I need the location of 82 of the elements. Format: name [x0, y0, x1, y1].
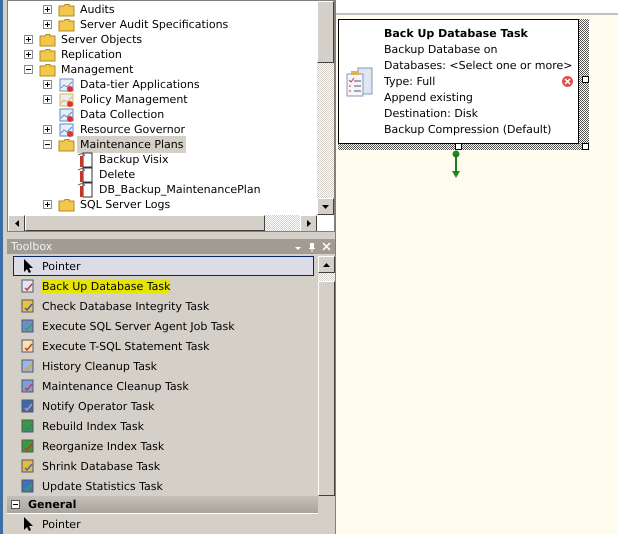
task-icon	[20, 318, 36, 334]
expand-toggle[interactable]	[43, 95, 52, 104]
toolbox-item[interactable]: Execute T-SQL Statement Task	[13, 336, 314, 356]
toolbox-item[interactable]: Shrink Database Task	[13, 456, 314, 476]
folder-icon	[58, 198, 75, 212]
expand-toggle[interactable]	[43, 5, 52, 14]
tree-item[interactable]: Server Objects	[59, 32, 144, 47]
expand-toggle[interactable]	[43, 125, 52, 134]
vertical-scrollbar[interactable]	[318, 256, 335, 496]
pin-icon[interactable]	[308, 242, 316, 252]
section-header[interactable]: General	[7, 496, 318, 514]
vertical-scrollbar[interactable]	[317, 1, 334, 215]
expand-toggle[interactable]	[24, 65, 33, 74]
folder-icon	[58, 2, 75, 16]
tree-item[interactable]: Policy Management	[78, 92, 190, 107]
task-icon	[20, 398, 36, 414]
folder-icon	[39, 48, 56, 62]
task-title: Back Up Database Task	[384, 26, 529, 42]
task-card[interactable]: Back Up Database Task Backup Database on Databases: <Select one or more> Type: Full Append existing Destination: Disk Backup Compression (Default)	[338, 19, 579, 144]
task-icon	[20, 378, 36, 394]
document-icon	[77, 166, 94, 182]
toolbox-item[interactable]: Check Database Integrity Task	[13, 296, 314, 316]
expand-toggle[interactable]	[43, 200, 52, 209]
task-icon	[20, 478, 36, 494]
expand-toggle[interactable]	[24, 50, 33, 59]
expand-toggle[interactable]	[24, 35, 33, 44]
task-detail: Type: Full	[384, 74, 436, 90]
expand-toggle[interactable]	[43, 20, 52, 29]
tree-item[interactable]: Server Audit Specifications	[78, 17, 230, 32]
toolbox-item[interactable]: Reorganize Index Task	[13, 436, 314, 456]
document-icon	[77, 152, 94, 168]
down-arrow-icon[interactable]	[322, 204, 329, 208]
task-detail: Backup Compression (Default)	[384, 122, 552, 138]
folder-icon	[58, 138, 75, 152]
toolbox-item[interactable]: Pointer	[13, 514, 331, 534]
toolbox-item[interactable]: Pointer	[13, 256, 314, 276]
up-arrow-icon[interactable]	[323, 262, 330, 266]
task-detail: Backup Database on	[384, 42, 499, 58]
task-icon	[20, 438, 36, 454]
tree-item[interactable]: Data-tier Applications	[78, 77, 202, 92]
horizontal-scrollbar[interactable]	[8, 215, 317, 231]
collapse-icon[interactable]	[11, 500, 20, 509]
folder-icon	[39, 62, 56, 76]
task-icon	[20, 358, 36, 374]
task-detail: Databases: <Select one or more>	[384, 58, 572, 74]
folder-icon	[58, 18, 75, 32]
task-detail: Append existing	[384, 90, 474, 106]
task-icon	[20, 298, 36, 314]
resize-handle[interactable]	[582, 143, 589, 150]
task-icon	[20, 338, 36, 354]
expand-toggle[interactable]	[43, 80, 52, 89]
toolbox-item[interactable]: Update Statistics Task	[13, 476, 314, 496]
tree-item[interactable]: SQL Server Logs	[78, 197, 172, 212]
folder-icon	[39, 32, 56, 46]
toolbox-item[interactable]: Maintenance Cleanup Task	[13, 376, 314, 396]
resize-handle[interactable]	[455, 143, 462, 150]
tree-item[interactable]: Delete	[97, 167, 138, 182]
tree-item[interactable]: Audits	[78, 2, 117, 17]
connector-arrow[interactable]	[451, 150, 461, 180]
expand-toggle[interactable]	[43, 140, 52, 149]
right-arrow-icon[interactable]	[306, 220, 310, 227]
document-icon	[77, 182, 94, 198]
left-arrow-icon[interactable]	[14, 220, 18, 227]
tree-item[interactable]: Resource Governor	[78, 122, 188, 137]
close-icon[interactable]	[322, 242, 331, 251]
task-icon	[20, 418, 36, 434]
tree-item[interactable]: Maintenance Plans	[78, 137, 186, 152]
toolbox-item[interactable]: History Cleanup Task	[13, 356, 314, 376]
tree-item[interactable]: DB_Backup_MaintenancePlan	[97, 182, 263, 197]
tree-item[interactable]: Replication	[59, 47, 124, 62]
tree-item[interactable]: Backup Visix	[97, 152, 170, 167]
toolbox-item[interactable]: Notify Operator Task	[13, 396, 314, 416]
tree-item[interactable]: Data Collection	[78, 107, 166, 122]
tree-item[interactable]: Management	[59, 62, 136, 77]
toolbox-item[interactable]: Execute SQL Server Agent Job Task	[13, 316, 314, 336]
task-icon	[20, 278, 36, 294]
checklist-icon	[345, 66, 375, 98]
task-detail: Destination: Disk	[384, 106, 479, 122]
toolbox-item[interactable]: Rebuild Index Task	[13, 416, 314, 436]
panel-title: Toolbox	[11, 240, 52, 253]
task-icon	[20, 458, 36, 474]
resize-handle[interactable]	[582, 76, 589, 83]
